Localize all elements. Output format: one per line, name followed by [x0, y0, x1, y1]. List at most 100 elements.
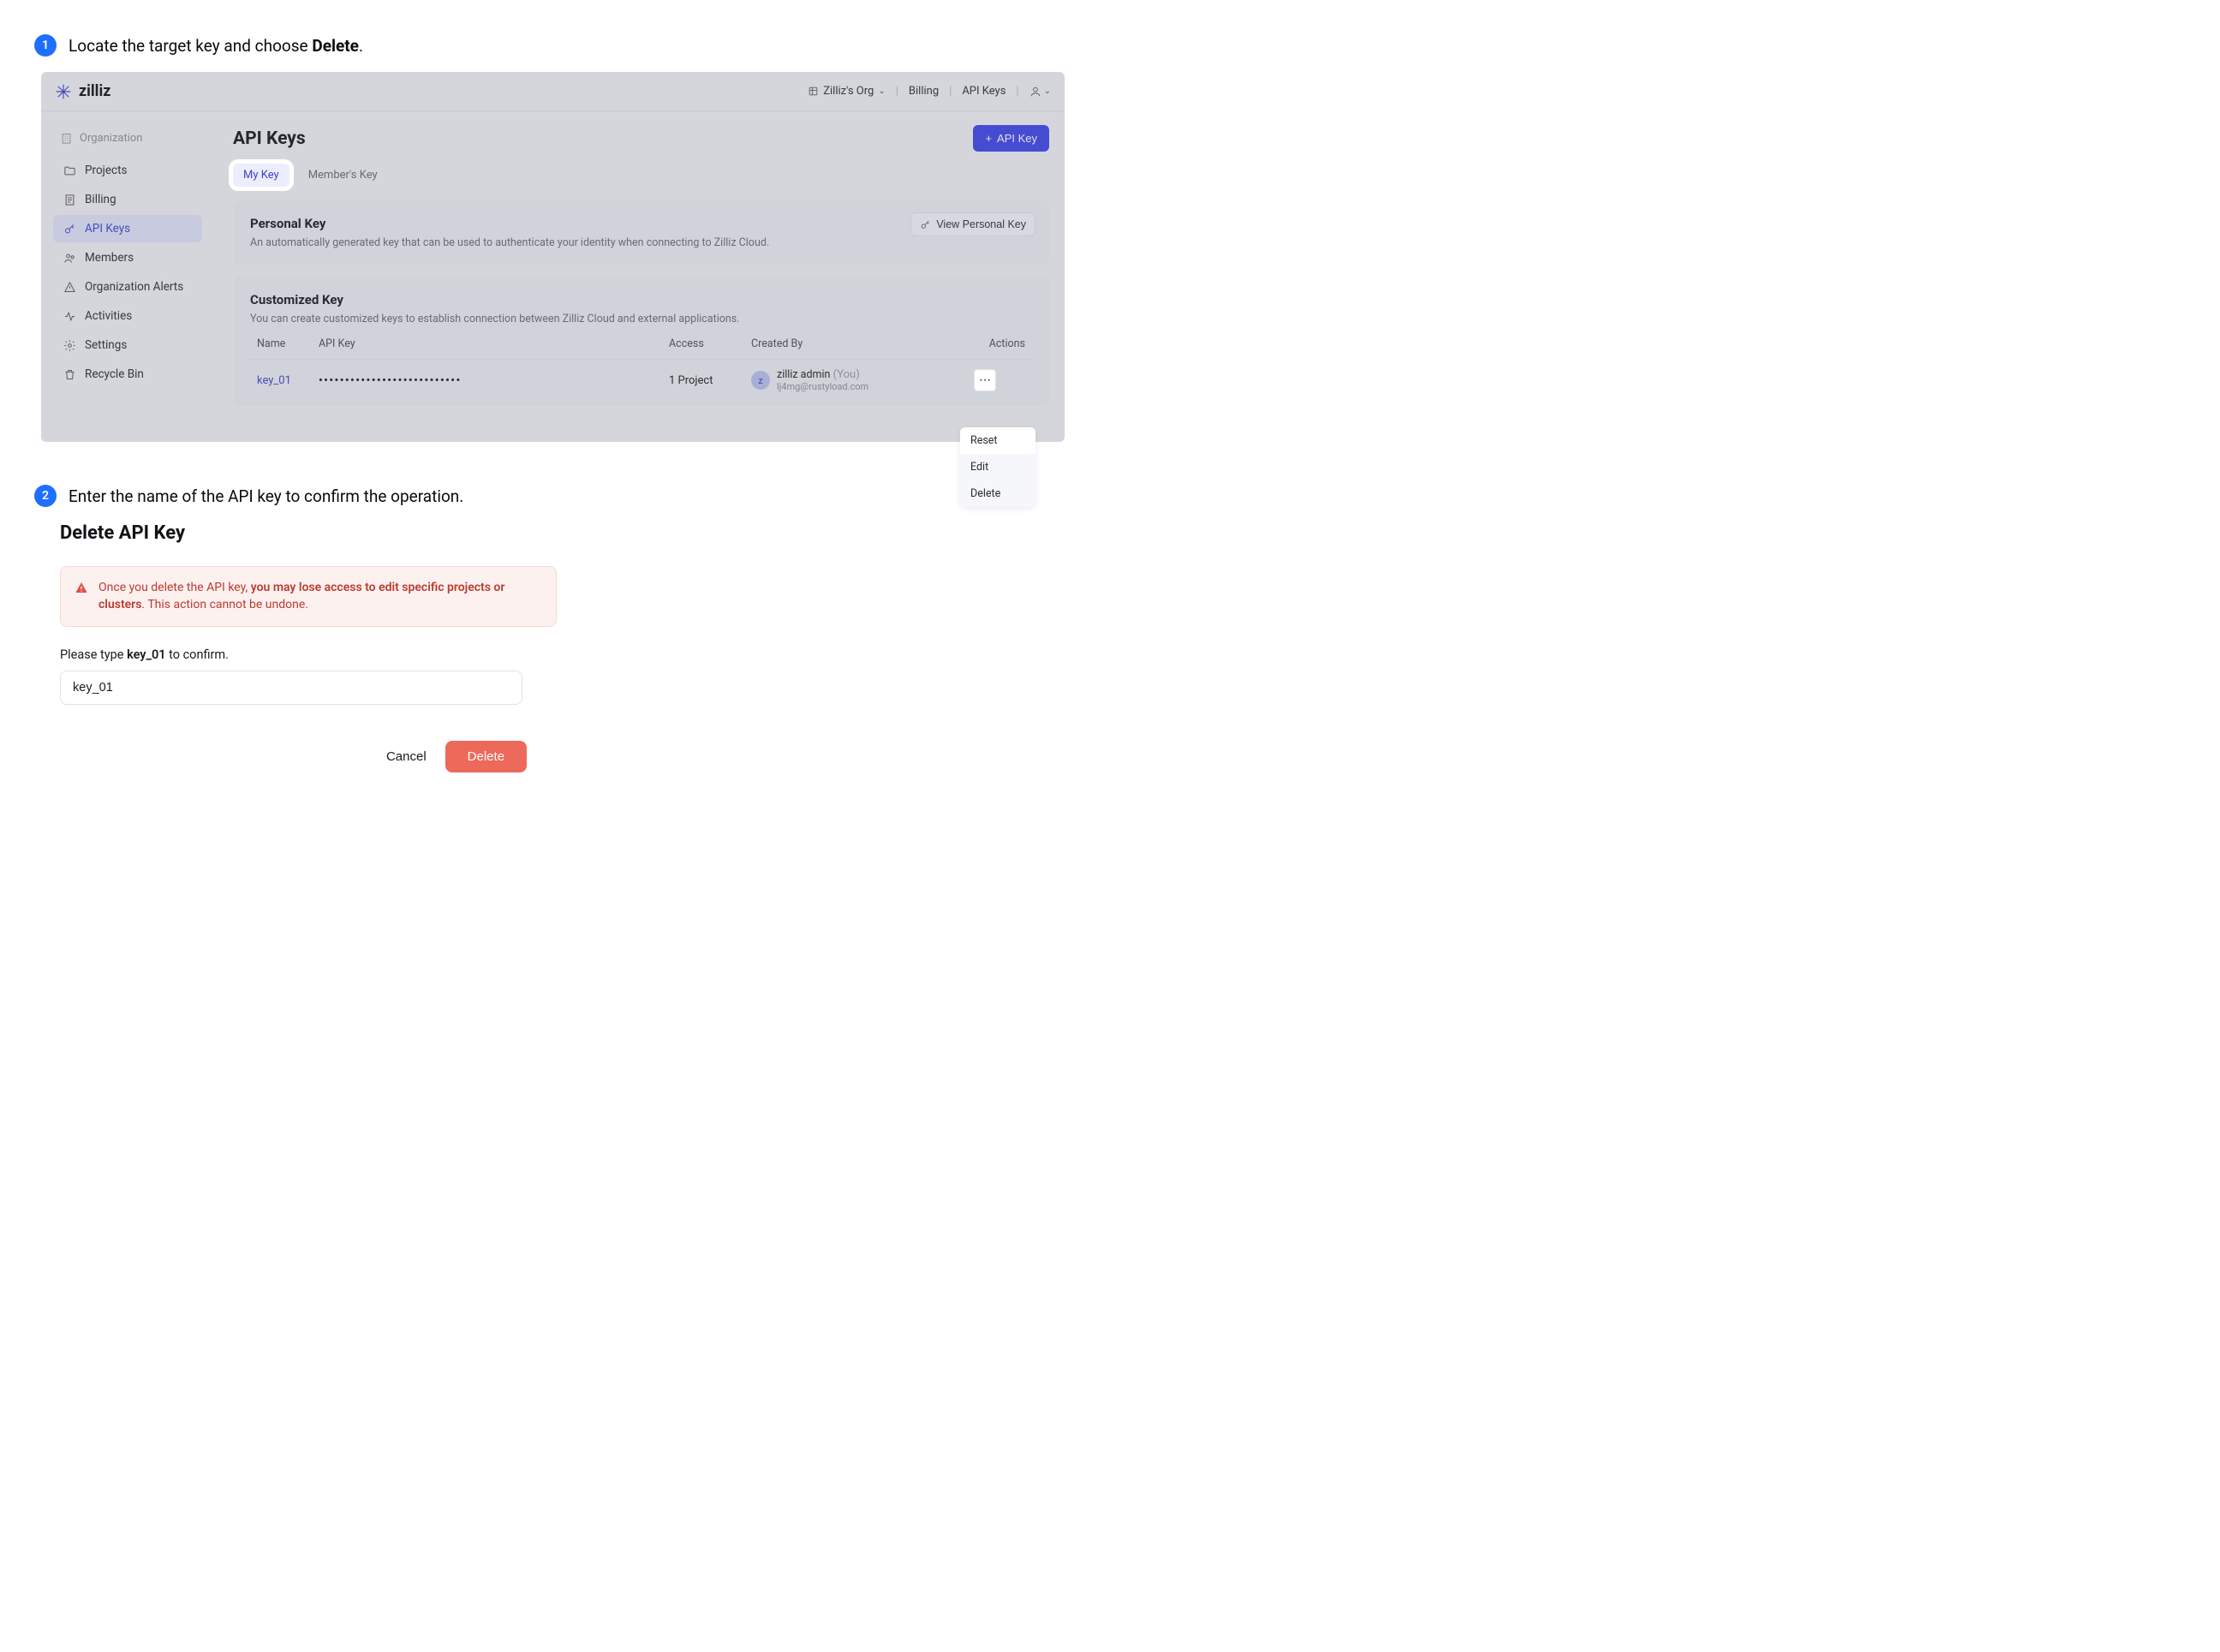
sidebar-item-label: Organization Alerts — [85, 280, 183, 294]
col-actions: Actions — [974, 337, 1025, 350]
chevron-down-icon: ⌄ — [878, 86, 885, 96]
key-access: 1 Project — [669, 374, 751, 387]
brand-logo-icon — [55, 83, 72, 100]
menu-item-reset[interactable]: Reset — [960, 427, 1035, 454]
members-icon — [63, 252, 76, 265]
sidebar-item-label: Activities — [85, 309, 132, 323]
creator-email: lj4mg@rustyload.com — [777, 381, 868, 392]
tab-my-key[interactable]: My Key — [233, 164, 289, 187]
cancel-button[interactable]: Cancel — [381, 741, 432, 772]
row-actions-button[interactable]: ⋯ — [974, 369, 996, 391]
tab-members-key[interactable]: Member's Key — [298, 164, 388, 187]
confirm-label: Please type key_01 to confirm. — [60, 647, 557, 662]
creator-name: zilliz admin — [777, 368, 830, 381]
step-1-bold: Delete — [312, 36, 359, 56]
col-key: API Key — [319, 337, 669, 350]
add-api-key-button[interactable]: + API Key — [973, 125, 1049, 152]
view-personal-key-button[interactable]: View Personal Key — [910, 212, 1035, 236]
org-name: Zilliz's Org — [823, 85, 874, 98]
delete-button[interactable]: Delete — [445, 741, 527, 772]
confirm-key: key_01 — [127, 647, 165, 662]
activity-icon — [63, 310, 76, 323]
org-switcher[interactable]: Zilliz's Org ⌄ — [808, 85, 886, 98]
separator: | — [1016, 85, 1018, 98]
gear-icon — [63, 339, 76, 352]
key-icon — [920, 219, 931, 230]
sidebar-item-settings[interactable]: Settings — [53, 331, 202, 359]
receipt-icon — [63, 194, 76, 206]
building-icon — [60, 132, 73, 145]
topbar: zilliz Zilliz's Org ⌄ | Billing | API Ke… — [41, 72, 1065, 111]
customized-key-card: Customized Key You can create customized… — [233, 277, 1049, 406]
customized-key-title: Customized Key — [250, 292, 1032, 307]
screenshot-1: zilliz Zilliz's Org ⌄ | Billing | API Ke… — [41, 72, 1065, 442]
brand-text: zilliz — [79, 82, 110, 100]
sidebar-item-label: Projects — [85, 164, 128, 177]
sidebar-item-recycle[interactable]: Recycle Bin — [53, 361, 202, 388]
sidebar-item-alerts[interactable]: Organization Alerts — [53, 273, 202, 301]
sidebar-item-label: Billing — [85, 193, 116, 206]
warning-icon — [75, 581, 88, 594]
creator-you: (You) — [830, 368, 859, 381]
topbar-apikeys[interactable]: API Keys — [962, 85, 1006, 98]
org-icon — [808, 86, 819, 97]
page-title: API Keys — [233, 128, 306, 149]
key-name-link[interactable]: key_01 — [257, 374, 319, 387]
step-1-badge: 1 — [34, 34, 57, 57]
warn-post: . This action cannot be undone. — [141, 598, 308, 611]
step-1-text: Locate the target key and choose Delete. — [69, 36, 363, 56]
sidebar-section-label: Organization — [50, 127, 206, 155]
delete-api-key-dialog: Delete API Key Once you delete the API k… — [60, 522, 557, 772]
topbar-right: Zilliz's Org ⌄ | Billing | API Keys | ⌄ — [808, 85, 1051, 98]
plus-icon: + — [985, 132, 992, 145]
separator: | — [949, 85, 952, 98]
dialog-title: Delete API Key — [60, 522, 557, 544]
folder-icon — [63, 164, 76, 177]
sidebar-item-label: API Keys — [85, 222, 130, 236]
sidebar-item-label: Recycle Bin — [85, 367, 144, 381]
step-2-text: Enter the name of the API key to confirm… — [69, 486, 463, 506]
step-1-post: . — [359, 36, 363, 56]
step-1-pre: Locate the target key and choose — [69, 36, 312, 56]
step-2-badge: 2 — [34, 485, 57, 507]
tabs: My Key Member's Key — [233, 158, 1049, 200]
row-actions-menu: Reset Edit Delete — [960, 427, 1035, 507]
masked-key: ••••••••••••••••••••••••••• — [319, 374, 669, 387]
personal-key-card: Personal Key An automatically generated … — [233, 200, 1049, 265]
confirm-post: to confirm. — [166, 647, 229, 662]
col-access: Access — [669, 337, 751, 350]
sidebar-item-members[interactable]: Members — [53, 244, 202, 271]
separator: | — [896, 85, 898, 98]
menu-item-delete[interactable]: Delete — [960, 480, 1035, 507]
menu-item-edit[interactable]: Edit — [960, 454, 1035, 480]
confirm-pre: Please type — [60, 647, 127, 662]
topbar-user-menu[interactable]: ⌄ — [1029, 86, 1051, 98]
table-header: Name API Key Access Created By Actions — [250, 325, 1032, 359]
sidebar-item-label: Members — [85, 251, 134, 265]
brand[interactable]: zilliz — [55, 82, 110, 100]
sidebar-section-text: Organization — [80, 132, 142, 145]
trash-icon — [63, 368, 76, 381]
confirm-input[interactable] — [60, 671, 522, 705]
step-2-header: 2 Enter the name of the API key to confi… — [34, 485, 1045, 507]
sidebar-item-label: Settings — [85, 338, 127, 352]
sidebar-item-billing[interactable]: Billing — [53, 186, 202, 213]
warning-banner: Once you delete the API key, you may los… — [60, 566, 557, 627]
step-1-header: 1 Locate the target key and choose Delet… — [34, 34, 1045, 57]
view-personal-key-label: View Personal Key — [936, 218, 1026, 230]
sidebar: Organization Projects Billing API Keys M… — [50, 125, 206, 418]
dialog-actions: Cancel Delete — [60, 741, 557, 772]
sidebar-item-projects[interactable]: Projects — [53, 157, 202, 184]
created-by: z zilliz admin (You) lj4mg@rustyload.com — [751, 368, 974, 392]
add-api-key-label: API Key — [997, 132, 1037, 145]
avatar: z — [751, 371, 770, 390]
sidebar-item-api-keys[interactable]: API Keys — [53, 215, 202, 242]
chevron-down-icon: ⌄ — [1044, 86, 1051, 96]
personal-key-desc: An automatically generated key that can … — [250, 236, 1032, 249]
user-icon — [1029, 86, 1041, 98]
topbar-billing[interactable]: Billing — [909, 85, 939, 98]
alert-icon — [63, 281, 76, 294]
col-name: Name — [257, 337, 319, 350]
main-content: API Keys + API Key My Key Member's Key P… — [206, 125, 1049, 418]
sidebar-item-activities[interactable]: Activities — [53, 302, 202, 330]
